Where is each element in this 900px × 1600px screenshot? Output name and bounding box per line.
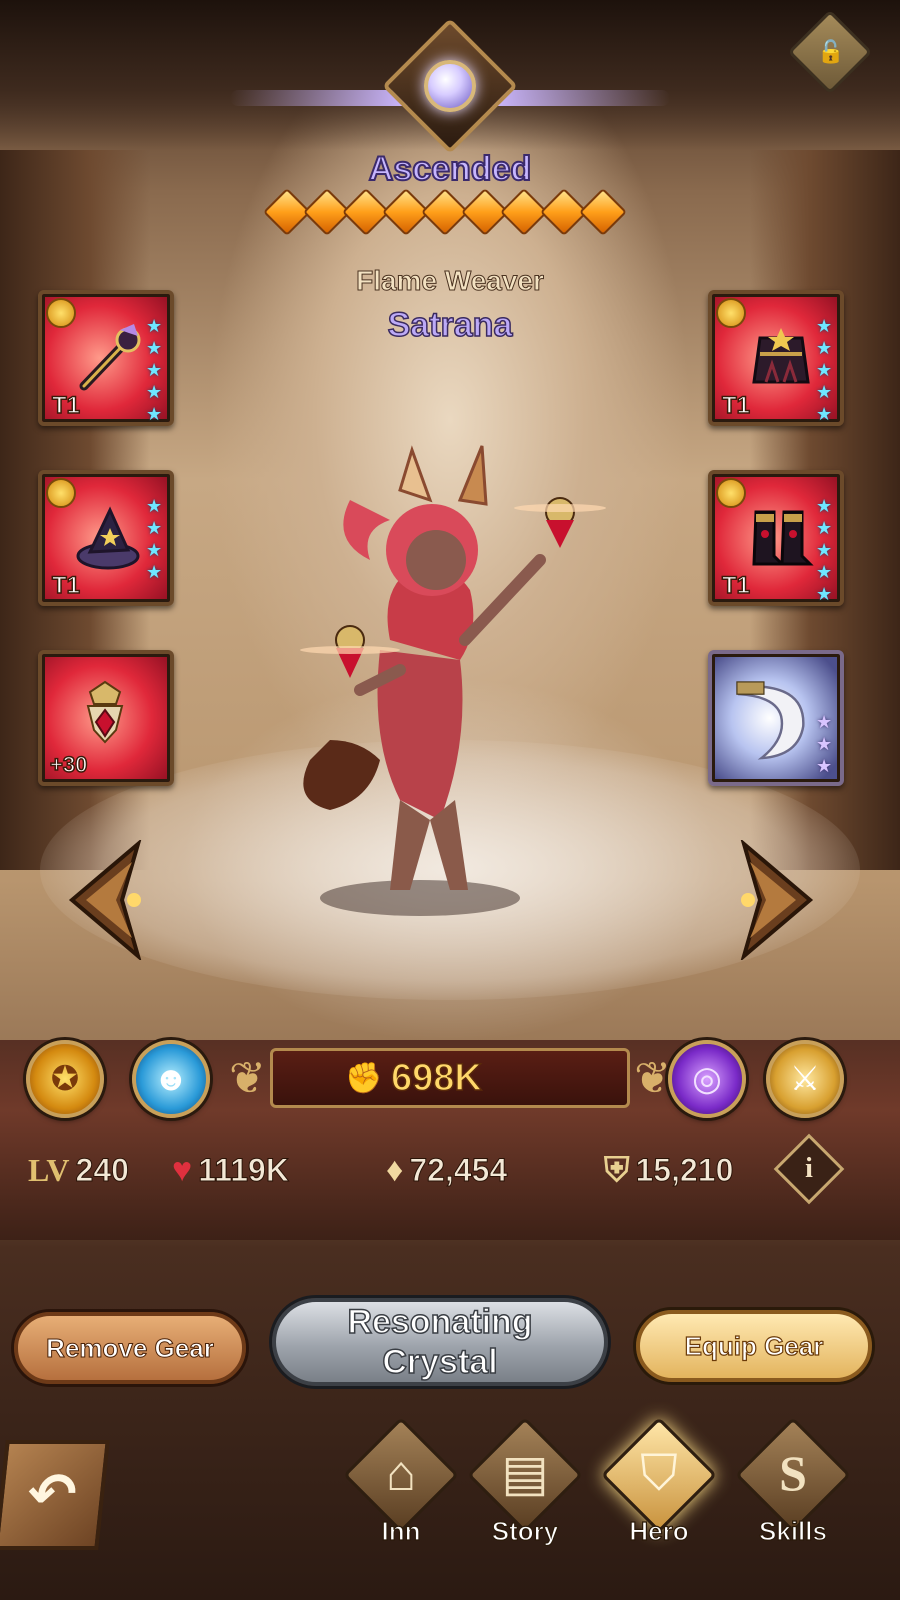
horn-icon (736, 681, 805, 760)
gear-slot-boots[interactable]: ★ ★ ★ ★ ★ T1 (708, 470, 844, 606)
furniture-stars: ★ ★ ★ (816, 712, 833, 776)
nav-hero[interactable]: ⛉ Hero (592, 1417, 722, 1590)
level-value: 240 (75, 1151, 129, 1188)
class-button[interactable]: ☻ (132, 1040, 210, 1118)
robe-icon (752, 328, 810, 384)
resonating-crystal-button[interactable]: Resonating Crystal (272, 1298, 608, 1386)
engraving-icon: ◎ (692, 1060, 722, 1098)
faction-emblem-icon (46, 298, 76, 328)
faction-emblem-icon (716, 478, 746, 508)
gear-tier-label: T1 (721, 571, 751, 600)
combat-power-value: 698K (390, 1056, 482, 1100)
nav-skills-label: Skills (758, 1515, 827, 1546)
attack-stat: ♦ 72,454 (386, 1140, 508, 1200)
faction-emblem-icon (46, 478, 76, 508)
nav-hero-label: Hero (629, 1515, 689, 1546)
engraving-button[interactable]: ◎ (668, 1040, 746, 1118)
attack-crystal-icon: ♦ (386, 1150, 404, 1189)
hero-star-row (262, 187, 628, 237)
amulet-icon (86, 680, 124, 744)
unlock-icon: 🔓 (817, 39, 845, 64)
inn-icon: ⌂ (385, 1445, 417, 1501)
gear-stars: ★ ★ ★ ★ ★ (146, 316, 163, 424)
diamond-gem-icon (424, 60, 476, 112)
crystal-label-line2: Crystal (382, 1342, 499, 1382)
faction-button[interactable]: ✪ (26, 1040, 104, 1118)
gear-slot-furniture[interactable]: ★ ★ ★ (708, 650, 844, 786)
gear-stars: ★ ★ ★ ★ ★ (816, 316, 833, 424)
nav-inn-label: Inn (381, 1515, 421, 1546)
nav-story-label: Story (491, 1515, 559, 1546)
heart-icon: ♥ (172, 1150, 193, 1189)
hero-title: Flame Weaver (356, 265, 545, 297)
next-hero-arrow[interactable] (740, 840, 830, 960)
wing-ornament-icon: ❦ (229, 1054, 266, 1103)
signature-item-level: +30 (49, 751, 88, 778)
ascension-tier-label: Ascended (368, 149, 533, 189)
combat-power-bar: ❦ ✊ 698K ❦ (229, 1048, 671, 1108)
level-stat: LV 240 (28, 1140, 129, 1200)
previous-hero-arrow[interactable] (52, 840, 142, 960)
quick-equip-button[interactable]: ⚔ (766, 1040, 844, 1118)
faction-emblem-icon: ✪ (50, 1060, 80, 1098)
back-button[interactable]: ↶ (0, 1440, 110, 1550)
gear-tier-label: T1 (721, 391, 751, 420)
info-icon: i (805, 1153, 813, 1184)
gear-slot-head[interactable]: ★ ★ ★ ★ T1 (38, 470, 174, 606)
gear-tier-label: T1 (51, 571, 81, 600)
stats-row: LV 240 ♥ 1119K ♦ 72,454 ⛨ 15,210 (20, 1140, 880, 1200)
back-arrow-icon: ↶ (24, 1462, 80, 1527)
hero-name: Satrana (387, 305, 513, 345)
equip-gear-button[interactable]: Equip Gear (636, 1310, 872, 1382)
mage-class-icon: ☻ (153, 1060, 189, 1098)
sword-icon: ⚔ (789, 1060, 821, 1098)
shield-icon: ⛨ (604, 1150, 630, 1189)
wing-ornament-icon: ❦ (634, 1054, 671, 1103)
faction-emblem-icon (716, 298, 746, 328)
ascension-badge (380, 18, 520, 170)
attack-value: 72,454 (409, 1151, 508, 1188)
defense-value: 15,210 (635, 1151, 734, 1188)
nav-story[interactable]: ▤ Story (458, 1417, 588, 1590)
staff-icon (79, 324, 141, 391)
hero-helmet-icon: ⛉ (640, 1445, 678, 1501)
hero-character-portrait (300, 445, 606, 916)
gear-stars: ★ ★ ★ ★ (146, 496, 163, 582)
remove-gear-button[interactable]: Remove Gear (14, 1312, 246, 1384)
book-icon: ▤ (501, 1445, 549, 1501)
hp-value: 1119K (198, 1151, 290, 1188)
hp-stat: ♥ 1119K (172, 1140, 289, 1200)
defense-stat: ⛨ 15,210 (604, 1140, 734, 1200)
gear-slot-signature-item[interactable]: +30 (38, 650, 174, 786)
nav-inn[interactable]: ⌂ Inn (334, 1417, 464, 1590)
ascension-star-icon (578, 187, 628, 237)
gear-stars: ★ ★ ★ ★ ★ (816, 496, 833, 604)
gear-slot-armor[interactable]: ★ ★ ★ ★ ★ T1 (708, 290, 844, 426)
gear-tier-label: T1 (51, 391, 81, 420)
nav-skills[interactable]: S Skills (726, 1417, 856, 1590)
crystal-label-line1: Resonating (347, 1302, 534, 1342)
witch-hat-icon (76, 506, 140, 570)
skills-scroll-icon: S (779, 1445, 807, 1501)
fist-power-icon: ✊ (345, 1062, 383, 1095)
boots-icon (752, 510, 814, 566)
level-icon: LV (28, 1151, 70, 1188)
gear-slot-weapon[interactable]: ★ ★ ★ ★ ★ T1 (38, 290, 174, 426)
